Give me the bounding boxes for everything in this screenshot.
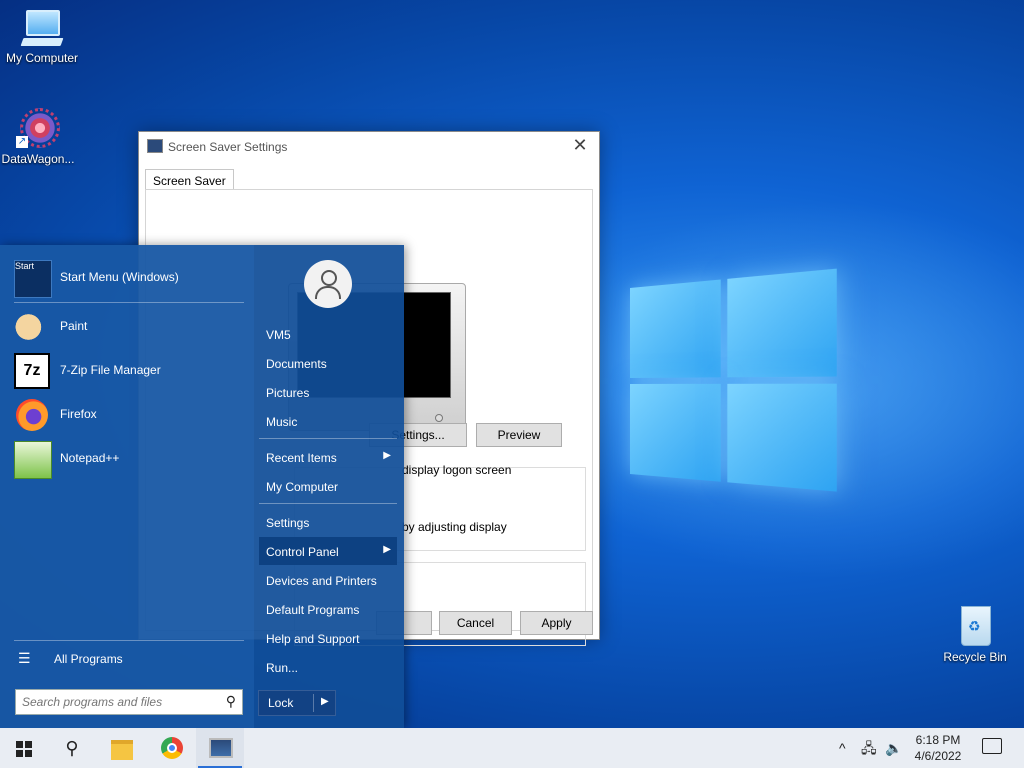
windows-start-icon — [16, 741, 23, 748]
screensaver-app-icon — [147, 139, 163, 153]
menu-item-label: Run... — [266, 661, 299, 675]
menu-item-label: Documents — [266, 357, 327, 371]
search-input[interactable] — [22, 693, 212, 711]
windows-logo-wallpaper — [630, 267, 849, 503]
submenu-arrow-icon: ▶ — [383, 544, 391, 555]
menu-item-label: Music — [266, 415, 298, 429]
cancel-button[interactable]: Cancel — [439, 611, 512, 635]
pinned-paint[interactable]: Paint — [14, 306, 244, 346]
logon-screen-label: display logon screen — [402, 463, 512, 477]
separator — [14, 302, 244, 303]
start-button[interactable] — [0, 728, 48, 768]
user-avatar[interactable] — [304, 260, 352, 308]
taskbar: ⚲ ^ 🖧 🔈 6:18 PM 4/6/2022 — [0, 728, 1024, 768]
menu-item-label: Default Programs — [266, 603, 360, 617]
close-icon[interactable]: ✕ — [569, 135, 591, 156]
monitor-power-led — [435, 414, 443, 422]
desktop-icon-label: My Computer — [5, 51, 79, 65]
pinned-notepadpp[interactable]: Notepad++ — [14, 438, 244, 479]
menu-item-label: My Computer — [266, 480, 339, 494]
menu-icon: ☰ — [18, 650, 31, 666]
menu-item-label: Control Panel — [266, 545, 339, 559]
search-icon[interactable]: ⚲ — [226, 693, 236, 710]
pinned-item-label: 7-Zip File Manager — [60, 363, 161, 377]
pinned-item-label: Firefox — [60, 407, 97, 421]
menu-item-devices-and-printers[interactable]: Devices and Printers — [259, 566, 397, 594]
dialog-tabs: Screen Saver — [145, 168, 234, 192]
volume-icon[interactable]: 🔈 — [885, 728, 902, 768]
taskbar-screensaver-settings[interactable] — [196, 728, 244, 768]
lock-button[interactable]: Lock ▶ — [258, 690, 336, 716]
taskbar-clock[interactable]: 6:18 PM 4/6/2022 — [905, 732, 971, 764]
menu-item-label: Recent Items — [266, 451, 337, 465]
firefox-icon — [16, 399, 48, 431]
clock-date: 4/6/2022 — [914, 749, 962, 763]
pinned-item-label: Start Menu (Windows) — [60, 270, 179, 284]
menu-item-vm5[interactable]: VM5 — [259, 320, 397, 348]
lock-label: Lock — [268, 696, 294, 710]
menu-item-default-programs[interactable]: Default Programs — [259, 595, 397, 623]
menu-item-label: Help and Support — [266, 632, 360, 646]
tray-chevron-icon[interactable]: ^ — [839, 728, 846, 768]
chrome-icon[interactable] — [148, 728, 196, 768]
desktop-icon-recycle-bin[interactable]: ♻ Recycle Bin — [933, 602, 1017, 664]
menu-item-my-computer[interactable]: My Computer — [259, 472, 397, 500]
pinned-item-label: Paint — [60, 319, 88, 333]
pinned-item-label: Notepad++ — [60, 451, 120, 465]
start-menu: Start Start Menu (Windows) Paint 7z 7-Zi… — [0, 245, 404, 728]
pinned-firefox[interactable]: Firefox — [14, 394, 244, 434]
datawagon-icon: ↗ — [16, 106, 60, 150]
power-options-arrow-icon[interactable]: ▶ — [321, 696, 329, 707]
paint-icon — [14, 309, 50, 345]
start-menu-icon: Start — [14, 260, 52, 298]
menu-item-control-panel[interactable]: Control Panel ▶ — [259, 537, 397, 565]
menu-item-label: VM5 — [266, 328, 291, 342]
7zip-icon: 7z — [14, 353, 50, 389]
desktop-icon-label: DataWagon... — [1, 152, 75, 166]
menu-item-label: Settings — [266, 516, 310, 530]
submenu-arrow-icon: ▶ — [383, 450, 391, 461]
computer-icon — [20, 10, 64, 48]
pinned-start-menu-windows[interactable]: Start Start Menu (Windows) — [14, 257, 244, 298]
file-explorer-icon[interactable] — [98, 728, 146, 768]
notification-center-icon[interactable] — [982, 738, 1002, 754]
dialog-title: Screen Saver Settings — [168, 140, 288, 154]
apply-button[interactable]: Apply — [520, 611, 593, 635]
screensaver-app-icon — [209, 738, 233, 758]
separator — [259, 503, 397, 504]
separator — [259, 438, 397, 439]
clock-time: 6:18 PM — [915, 733, 961, 747]
menu-item-run[interactable]: Run... — [259, 653, 397, 681]
menu-item-settings[interactable]: Settings — [259, 508, 397, 536]
all-programs-button[interactable]: ☰ All Programs — [18, 650, 123, 667]
menu-item-label: Pictures — [266, 386, 310, 400]
notepadpp-icon — [14, 441, 52, 479]
start-search-box[interactable]: ⚲ — [15, 689, 243, 715]
recycle-bin-icon: ♻ — [955, 602, 995, 648]
menu-item-label: Devices and Printers — [266, 574, 377, 588]
desktop-icon-label: Recycle Bin — [943, 650, 1007, 664]
pinned-7zip[interactable]: 7z 7-Zip File Manager — [14, 350, 244, 390]
desktop-icon-my-computer[interactable]: My Computer — [0, 10, 84, 65]
power-management-text: by adjusting display — [402, 520, 507, 534]
menu-item-documents[interactable]: Documents — [259, 349, 397, 377]
all-programs-label: All Programs — [54, 652, 123, 666]
network-icon[interactable]: 🖧 — [861, 728, 877, 768]
dialog-title-bar[interactable]: Screen Saver Settings ✕ — [139, 132, 599, 162]
menu-item-help-and-support[interactable]: Help and Support — [259, 624, 397, 652]
desktop-icon-datawagon[interactable]: ↗ DataWagon... — [0, 106, 80, 166]
menu-item-pictures[interactable]: Pictures — [259, 378, 397, 406]
taskbar-search-icon[interactable]: ⚲ — [48, 728, 96, 768]
separator — [14, 640, 244, 641]
menu-item-recent-items[interactable]: Recent Items ▶ — [259, 443, 397, 471]
menu-item-music[interactable]: Music — [259, 407, 397, 435]
preview-button[interactable]: Preview — [476, 423, 562, 447]
